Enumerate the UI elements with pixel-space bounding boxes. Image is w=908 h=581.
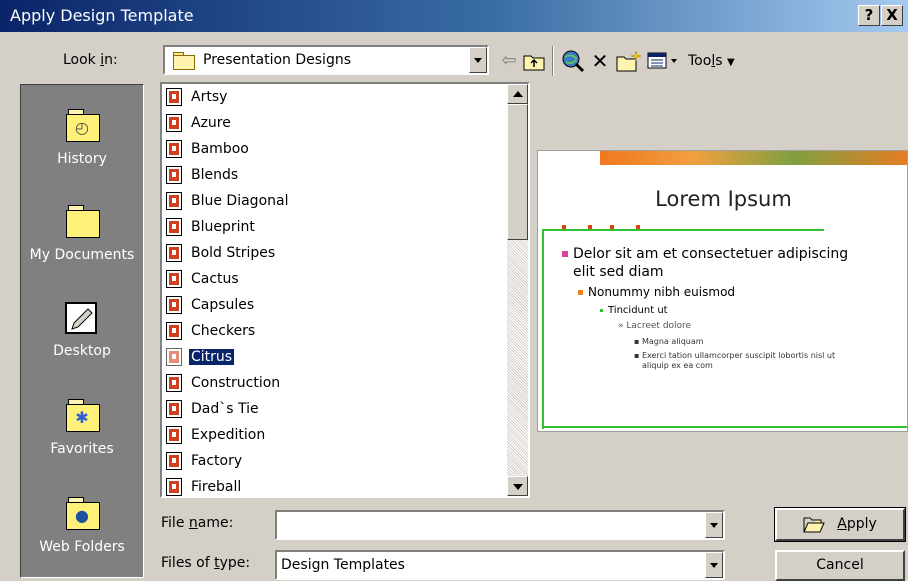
search-web-icon[interactable] <box>560 48 586 74</box>
place-label: Desktop <box>53 343 111 359</box>
design-template-icon <box>166 426 182 444</box>
back-icon[interactable]: ⇦ <box>498 48 520 74</box>
preview-bullet-3: Tincidunt ut <box>600 305 668 316</box>
file-list-scrollbar[interactable] <box>507 84 528 496</box>
preview-accent-dot <box>636 225 640 229</box>
list-item[interactable]: Fireball <box>166 476 243 496</box>
place-web-folders[interactable]: ● Web Folders <box>21 493 143 555</box>
preview-accent-dot <box>562 225 566 229</box>
template-preview: Lorem Ipsum Delor sit am et consectetuer… <box>537 150 908 432</box>
file-name-field[interactable] <box>275 510 725 540</box>
list-item[interactable]: Capsules <box>166 294 256 316</box>
list-item[interactable]: Bamboo <box>166 138 251 160</box>
preview-bullet-1: Delor sit am et consectetuer adipiscing e… <box>562 245 848 281</box>
list-item[interactable]: Checkers <box>166 320 257 342</box>
open-folder-icon <box>803 517 826 533</box>
views-icon[interactable] <box>646 48 682 74</box>
preview-bullet-2: Nonummy nibh euismod <box>578 285 735 299</box>
design-template-icon <box>166 88 182 106</box>
file-type-dropdown-button[interactable] <box>705 552 723 578</box>
file-list[interactable]: Artsy Azure Bamboo Blends Blue Diagonal … <box>160 82 530 498</box>
design-template-icon <box>166 270 182 288</box>
apply-button[interactable]: Apply <box>774 507 906 542</box>
design-template-icon <box>166 218 182 236</box>
design-template-icon <box>166 400 182 418</box>
place-desktop[interactable]: Desktop <box>21 297 143 359</box>
list-item[interactable]: Blueprint <box>166 216 257 238</box>
list-item[interactable]: Bold Stripes <box>166 242 277 264</box>
design-template-icon <box>166 478 182 496</box>
list-item[interactable]: Blue Diagonal <box>166 190 290 212</box>
place-favorites[interactable]: ✱ Favorites <box>21 395 143 457</box>
places-bar: ◴ History My Documents Desktop ✱ Favorit… <box>20 84 144 578</box>
toolbar-separator <box>552 46 554 76</box>
tools-menu[interactable]: Tools ▼ <box>688 48 798 74</box>
place-label: Favorites <box>50 441 114 457</box>
preview-header-band <box>600 151 907 165</box>
new-folder-icon[interactable] <box>616 48 642 74</box>
place-history[interactable]: ◴ History <box>21 105 143 167</box>
design-template-icon <box>166 114 182 132</box>
cancel-button[interactable]: Cancel <box>775 550 905 581</box>
title-bar: Apply Design Template ? X <box>0 0 908 32</box>
design-template-icon <box>166 192 182 210</box>
scroll-thumb[interactable] <box>507 104 528 240</box>
file-type-value: Design Templates <box>281 557 405 573</box>
file-type-dropdown[interactable]: Design Templates <box>275 550 725 580</box>
help-button[interactable]: ? <box>858 5 880 26</box>
folder-icon <box>173 52 195 70</box>
file-type-label: Files of type: <box>161 555 251 571</box>
look-in-value: Presentation Designs <box>203 52 352 68</box>
delete-icon[interactable]: ✕ <box>589 48 611 74</box>
list-item[interactable]: Dad`s Tie <box>166 398 261 420</box>
preview-divider <box>542 229 824 231</box>
desktop-icon <box>62 297 102 337</box>
design-template-icon <box>166 348 182 366</box>
design-template-icon <box>166 322 182 340</box>
scroll-up-button[interactable] <box>507 84 528 104</box>
list-item-selected[interactable]: Citrus <box>166 346 236 368</box>
design-template-icon <box>166 140 182 158</box>
preview-accent-dot <box>610 225 614 229</box>
preview-bullet-5: ▪ Magna aliquam <box>634 337 704 346</box>
list-item[interactable]: Factory <box>166 450 244 472</box>
scroll-down-button[interactable] <box>507 476 528 496</box>
file-name-dropdown-button[interactable] <box>705 512 723 538</box>
window-title: Apply Design Template <box>10 6 194 25</box>
history-icon: ◴ <box>62 105 102 145</box>
list-item[interactable]: Azure <box>166 112 233 134</box>
preview-accent-dot <box>588 225 592 229</box>
web-folders-icon: ● <box>62 493 102 533</box>
preview-title: Lorem Ipsum <box>655 187 792 211</box>
list-item[interactable]: Blends <box>166 164 240 186</box>
favorites-icon: ✱ <box>62 395 102 435</box>
design-template-icon <box>166 244 182 262</box>
list-item[interactable]: Construction <box>166 372 282 394</box>
place-label: Web Folders <box>39 539 125 555</box>
look-in-dropdown[interactable]: Presentation Designs <box>163 45 489 75</box>
preview-border-bottom <box>542 426 907 428</box>
preview-bullet-6: ▪ Exerci tation ullamcorper suscipit lob… <box>634 351 836 370</box>
list-item[interactable]: Artsy <box>166 86 229 108</box>
place-label: My Documents <box>29 247 135 263</box>
file-name-label: File name: <box>161 515 234 531</box>
list-item[interactable]: Cactus <box>166 268 241 290</box>
place-label: History <box>57 151 107 167</box>
design-template-icon <box>166 374 182 392</box>
design-template-icon <box>166 452 182 470</box>
list-item[interactable]: Expedition <box>166 424 267 446</box>
up-one-level-icon[interactable] <box>522 48 546 74</box>
design-template-icon <box>166 166 182 184</box>
look-in-dropdown-button[interactable] <box>469 47 487 73</box>
place-my-documents[interactable]: My Documents <box>21 201 143 263</box>
design-template-icon <box>166 296 182 314</box>
preview-border-left <box>542 229 544 429</box>
look-in-label: Look in: <box>63 52 118 68</box>
my-documents-icon <box>62 201 102 241</box>
close-button[interactable]: X <box>881 5 903 26</box>
preview-bullet-4: » Lacreet dolore <box>618 321 692 331</box>
